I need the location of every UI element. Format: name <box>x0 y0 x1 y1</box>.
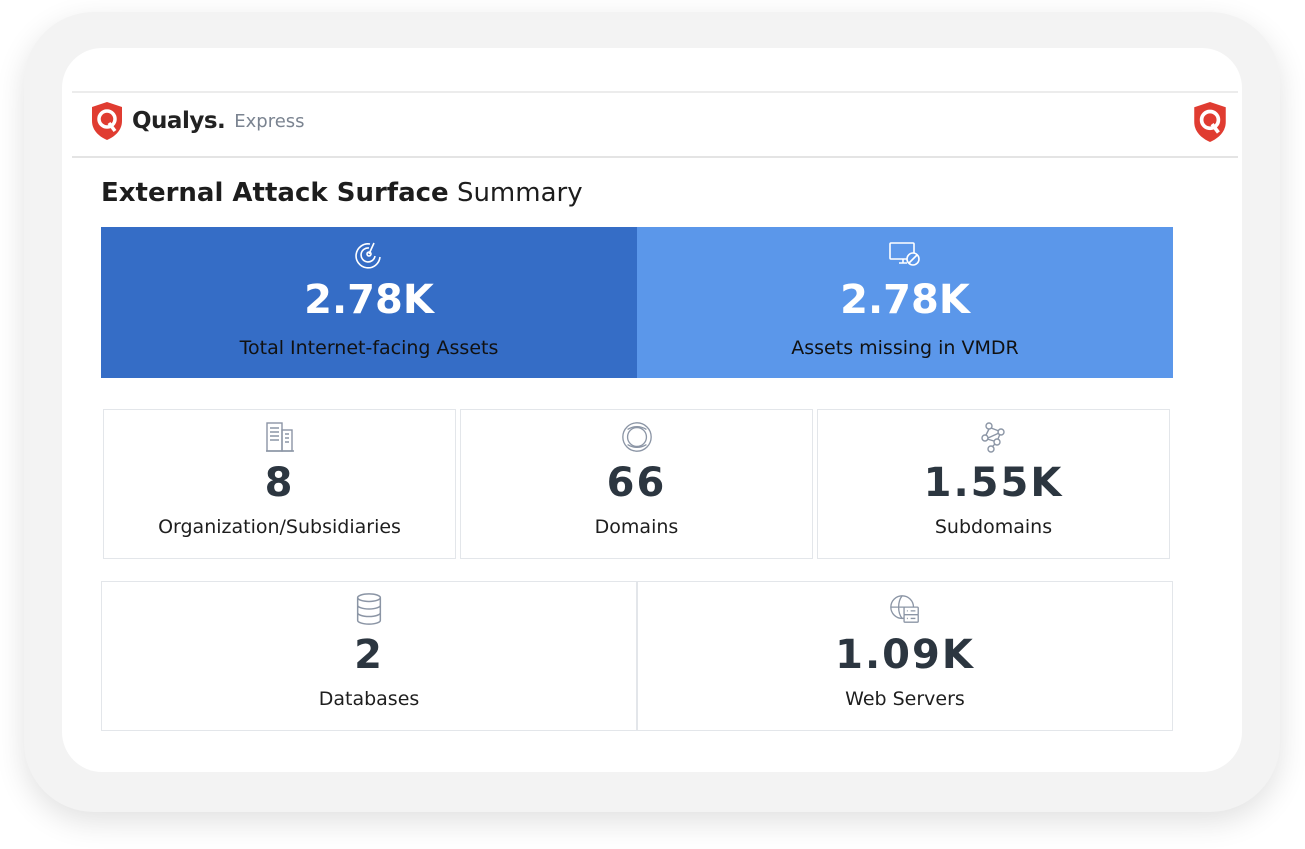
qualys-logo[interactable]: Qualys. Express <box>90 101 305 141</box>
qualys-shield-icon <box>92 102 122 140</box>
stat-value: 2.78K <box>304 277 434 323</box>
page-title: External Attack Surface Summary <box>101 178 583 208</box>
summary-tile-missing-vmdr[interactable]: 2.78K Assets missing in VMDR <box>637 227 1173 378</box>
stat-tile-subdomains[interactable]: 1.55K Subdomains <box>817 409 1170 559</box>
stat-value: 8 <box>264 460 295 506</box>
stat-label: Total Internet-facing Assets <box>239 337 499 359</box>
stat-value: 66 <box>606 460 667 506</box>
summary-tile-total-assets[interactable]: 2.78K Total Internet-facing Assets <box>101 227 637 378</box>
stat-value: 2 <box>354 632 384 678</box>
stat-label: Subdomains <box>934 516 1053 538</box>
database-icon <box>356 593 382 625</box>
stat-tile-databases[interactable]: 2 Databases <box>101 581 637 731</box>
brand-name: Qualys. <box>132 108 226 134</box>
stat-label: Assets missing in VMDR <box>791 337 1019 359</box>
stat-tile-organizations[interactable]: 8 Organization/Subsidiaries <box>103 409 456 559</box>
stat-label: Domains <box>594 516 679 538</box>
monitor-blocked-icon <box>889 242 920 266</box>
web-server-icon <box>890 595 919 623</box>
radar-icon <box>355 242 381 269</box>
globe-icon <box>621 422 652 452</box>
product-name: Express <box>234 110 305 132</box>
stat-value: 2.78K <box>840 277 970 323</box>
stat-label: Databases <box>318 688 420 710</box>
title-bold: External Attack Surface <box>101 178 449 208</box>
qualys-shield-icon <box>1192 101 1228 147</box>
app-header: Qualys. Express <box>72 91 1238 158</box>
building-icon <box>265 422 294 452</box>
stat-tile-domains[interactable]: 66 Domains <box>460 409 813 559</box>
stat-label: Organization/Subsidiaries <box>158 516 401 538</box>
title-rest: Summary <box>456 178 583 208</box>
network-icon <box>980 422 1005 453</box>
stat-value: 1.55K <box>923 460 1064 506</box>
stat-value: 1.09K <box>835 632 975 678</box>
stat-label: Web Servers <box>845 688 965 710</box>
stat-tile-web-servers[interactable]: 1.09K Web Servers <box>637 581 1173 731</box>
